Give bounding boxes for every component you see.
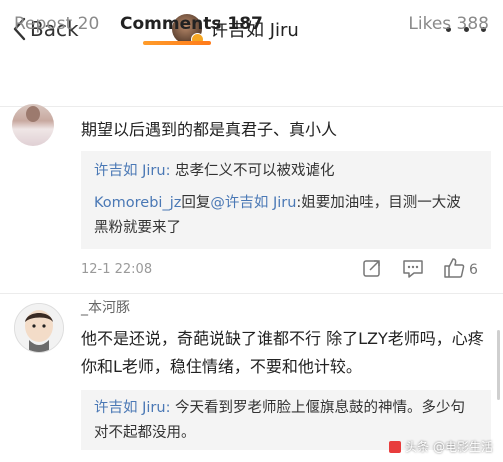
reply-text: 忠孝仁义不可以被戏谑化 [170, 163, 335, 179]
share-icon [362, 258, 382, 282]
reply-author[interactable]: 许吉如 Jiru: [94, 400, 170, 416]
avatar[interactable] [12, 104, 54, 146]
active-tab-indicator [143, 41, 211, 45]
like-count: 6 [469, 262, 478, 278]
reply-author[interactable]: 许吉如 Jiru: [94, 163, 170, 179]
comment-text: 期望以后遇到的都是真君子、真小人 [81, 120, 338, 139]
thumbs-up-icon [443, 257, 465, 283]
reply-author[interactable]: Komorebi_jz [94, 195, 181, 211]
watermark-icon [389, 440, 402, 453]
comment-icon [402, 258, 424, 282]
reply-verb: 回复 [181, 195, 211, 211]
avatar[interactable] [14, 303, 64, 353]
share-button[interactable] [362, 259, 382, 281]
reply-button[interactable] [402, 259, 424, 281]
like-button[interactable]: 6 [443, 257, 478, 283]
reply-mention[interactable]: @许吉如 Jiru [210, 195, 296, 211]
comment-text: 他不是还说，奇葩说缺了谁都不行 除了LZY老师吗，心疼你和L老师，稳住情绪，不要… [81, 329, 484, 376]
comment-timestamp: 12-1 22:08 [81, 262, 153, 277]
tab-likes[interactable]: Likes 388 [408, 14, 489, 34]
tab-repost[interactable]: Repost 20 [14, 14, 99, 34]
reply-line: Komorebi_jz回复@许吉如 Jiru:姐要加油哇，目测一大波黑粉就要来了 [94, 191, 474, 241]
reply-line: 许吉如 Jiru: 忠孝仁义不可以被戏谑化 [94, 159, 335, 184]
watermark: 头条 @电影生活 [389, 438, 493, 455]
tab-bar [0, 58, 503, 107]
comment-username[interactable]: _本河豚 [81, 297, 130, 317]
tab-comments[interactable]: Comments 187 [120, 14, 263, 34]
watermark-text: 头条 @电影生活 [405, 440, 493, 454]
divider [0, 293, 503, 294]
scrollbar[interactable] [497, 330, 500, 400]
